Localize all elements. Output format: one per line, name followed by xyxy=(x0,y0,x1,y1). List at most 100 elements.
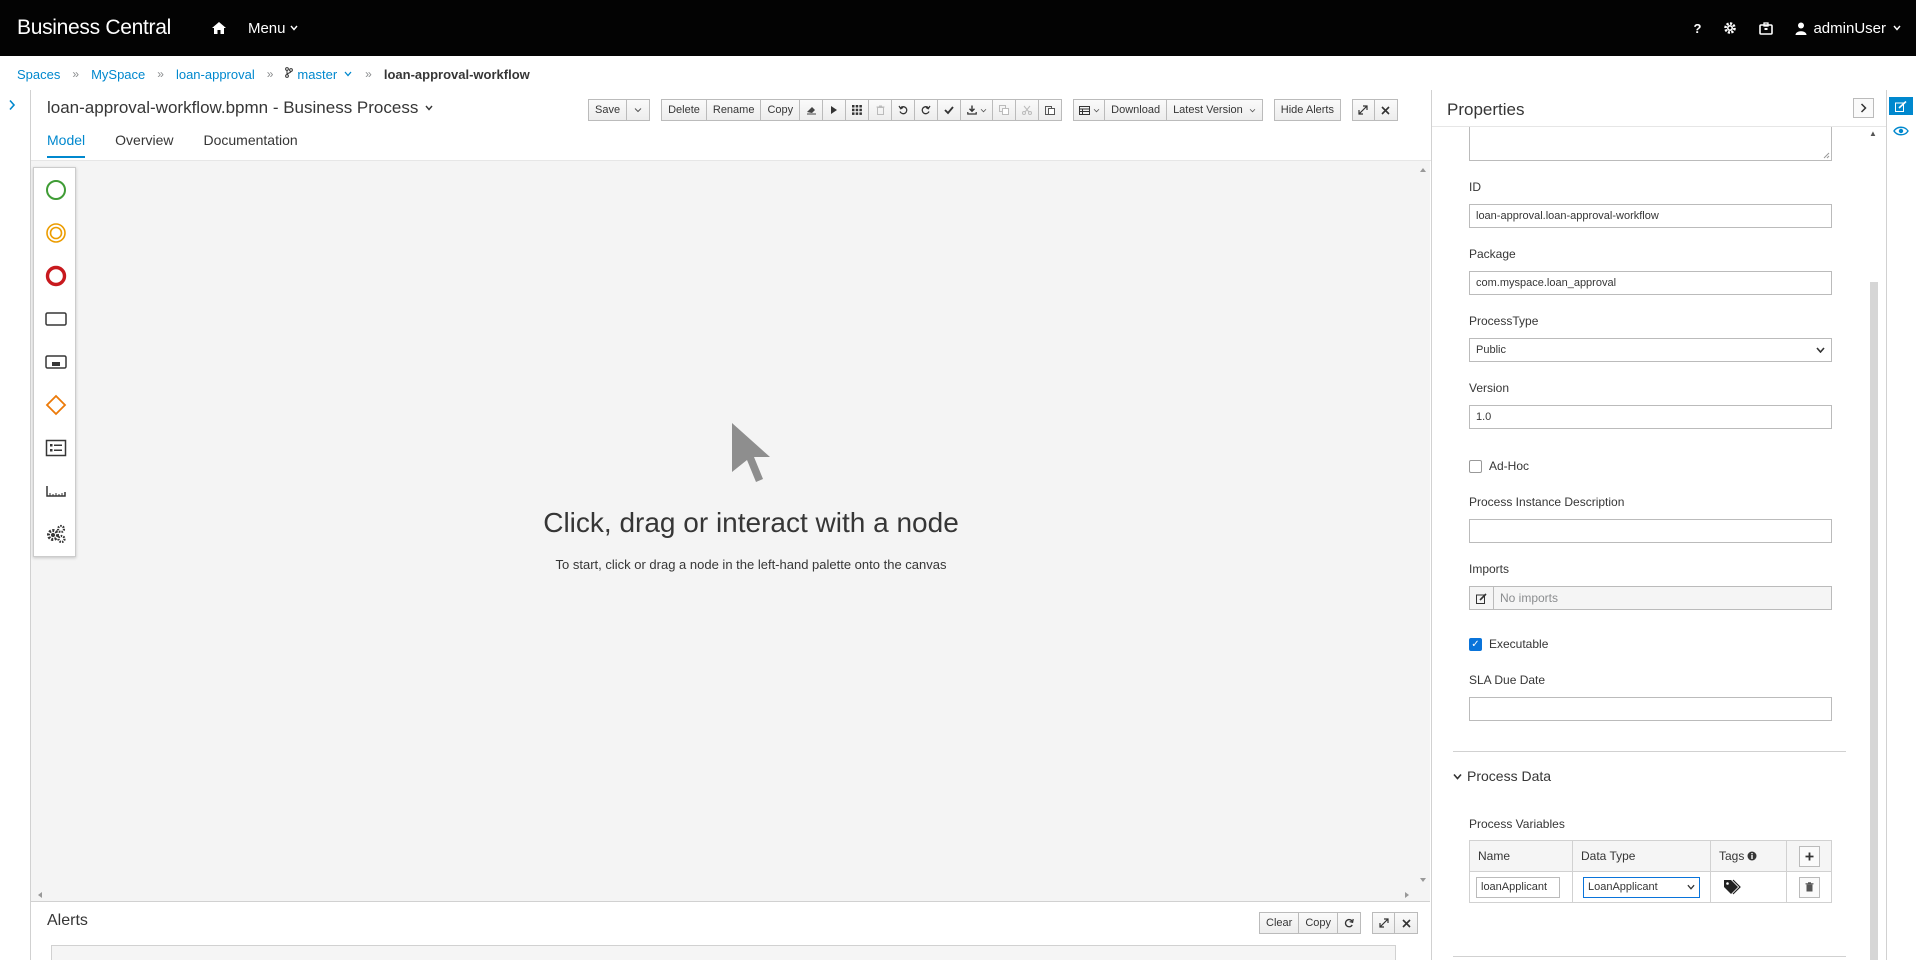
download-options-button[interactable] xyxy=(961,99,994,121)
clear-alerts-button[interactable]: Clear xyxy=(1259,912,1300,934)
close-icon[interactable] xyxy=(1374,99,1398,121)
breadcrumb-project[interactable]: loan-approval xyxy=(176,67,255,82)
variable-name-input[interactable]: loanApplicant xyxy=(1476,876,1560,898)
briefcase-icon[interactable] xyxy=(1759,21,1774,35)
undo-icon[interactable] xyxy=(892,99,916,121)
column-name: Name xyxy=(1470,841,1573,871)
gateway-icon[interactable] xyxy=(34,383,77,426)
trash-icon[interactable] xyxy=(869,99,893,121)
copy-button[interactable]: Copy xyxy=(761,99,801,121)
cut-icon[interactable] xyxy=(1016,99,1040,121)
executable-label: Executable xyxy=(1489,637,1549,651)
download-button[interactable]: Download xyxy=(1105,99,1168,121)
refresh-icon[interactable] xyxy=(1338,912,1361,934)
editor-title[interactable]: loan-approval-workflow.bpmn - Business P… xyxy=(47,98,434,118)
imports-label: Imports xyxy=(1469,562,1510,576)
maximize-icon[interactable] xyxy=(1372,912,1395,934)
tab-model[interactable]: Model xyxy=(47,132,86,158)
process-data-title: Process Data xyxy=(1467,768,1552,784)
task-icon[interactable] xyxy=(34,297,77,340)
validate-icon[interactable] xyxy=(938,99,962,121)
paste-icon[interactable] xyxy=(1039,99,1063,121)
left-panel-rail xyxy=(0,90,31,960)
canvas-horizontal-scrollbar[interactable] xyxy=(31,889,1430,901)
menu-dropdown[interactable]: Menu xyxy=(248,20,300,37)
lane-icon[interactable] xyxy=(34,469,77,512)
help-icon[interactable]: ? xyxy=(1694,21,1702,36)
end-event-icon[interactable] xyxy=(34,254,77,297)
chevron-down-icon xyxy=(344,71,352,77)
custom-tasks-icon[interactable] xyxy=(34,512,77,555)
trash-icon xyxy=(1805,882,1813,892)
right-panel-rail xyxy=(1886,90,1916,960)
id-field[interactable]: loan-approval.loan-approval-workflow xyxy=(1469,204,1832,228)
process-data-section[interactable]: Process Data xyxy=(1453,768,1551,784)
instance-description-field[interactable] xyxy=(1469,519,1832,543)
editor-tabs: Model Overview Documentation xyxy=(47,132,298,158)
canvas-vertical-scrollbar[interactable] xyxy=(1416,161,1430,889)
section-divider xyxy=(1453,751,1846,752)
branch-icon xyxy=(285,67,294,81)
alerts-title: Alerts xyxy=(47,912,88,929)
properties-scrollbar[interactable]: ▲ xyxy=(1868,127,1878,960)
add-variable-button[interactable] xyxy=(1798,845,1820,867)
collapse-panel-icon[interactable] xyxy=(1853,98,1874,118)
rename-button[interactable]: Rename xyxy=(706,99,762,121)
brand-title[interactable]: Business Central xyxy=(17,16,171,40)
breadcrumb-myspace[interactable]: MySpace xyxy=(91,67,145,82)
version-field[interactable]: 1.0 xyxy=(1469,405,1832,429)
alerts-panel: Alerts Clear Copy xyxy=(31,901,1430,960)
copy-alerts-button[interactable]: Copy xyxy=(1299,912,1338,934)
scrollbar-thumb[interactable] xyxy=(1870,282,1878,960)
delete-button[interactable]: Delete xyxy=(661,99,707,121)
expand-left-panel-icon[interactable] xyxy=(8,98,16,114)
maximize-icon[interactable] xyxy=(1351,99,1375,121)
hide-alerts-button[interactable]: Hide Alerts xyxy=(1273,99,1341,121)
play-icon[interactable] xyxy=(823,99,847,121)
start-event-icon[interactable] xyxy=(34,168,77,211)
process-type-select[interactable]: Public xyxy=(1469,338,1832,362)
breadcrumb-spaces[interactable]: Spaces xyxy=(17,67,60,82)
alerts-table-header xyxy=(51,945,1396,960)
scroll-up-icon[interactable]: ▲ xyxy=(1869,129,1877,138)
alerts-toolbar: Clear Copy xyxy=(1259,912,1418,934)
edit-properties-icon[interactable] xyxy=(1889,97,1913,115)
breadcrumb-separator: » xyxy=(266,67,274,81)
tab-overview[interactable]: Overview xyxy=(115,132,173,158)
eye-icon[interactable] xyxy=(1893,124,1909,139)
home-icon[interactable] xyxy=(211,20,227,36)
intermediate-event-icon[interactable] xyxy=(34,211,77,254)
tab-documentation[interactable]: Documentation xyxy=(204,132,298,158)
help-label: ? xyxy=(1693,20,1702,36)
chevron-down-icon xyxy=(1249,108,1256,112)
view-options-button[interactable] xyxy=(1073,99,1106,121)
latest-version-dropdown[interactable]: Latest Version xyxy=(1167,99,1263,121)
chevron-down-icon xyxy=(1687,884,1695,890)
save-button[interactable]: Save xyxy=(588,99,628,121)
save-options-button[interactable] xyxy=(627,99,651,121)
package-field[interactable]: com.myspace.loan_approval xyxy=(1469,271,1832,295)
subprocess-icon[interactable] xyxy=(34,340,77,383)
executable-checkbox[interactable]: ✓ xyxy=(1469,638,1482,651)
grid-icon[interactable] xyxy=(846,99,870,121)
process-canvas[interactable]: Click, drag or interact with a node To s… xyxy=(31,161,1430,901)
delete-variable-button[interactable] xyxy=(1798,876,1820,898)
gear-icon[interactable] xyxy=(1723,21,1737,35)
chevron-down-icon xyxy=(1816,347,1825,353)
sla-due-date-field[interactable] xyxy=(1469,697,1832,721)
adhoc-checkbox[interactable] xyxy=(1469,460,1482,473)
user-menu[interactable]: adminUser xyxy=(1795,20,1902,37)
copy-node-icon[interactable] xyxy=(993,99,1017,121)
version-label: Version xyxy=(1469,381,1510,395)
eraser-icon[interactable] xyxy=(800,99,824,121)
branch-selector[interactable]: master xyxy=(285,67,353,82)
variable-tags-cell xyxy=(1711,872,1787,902)
close-icon[interactable] xyxy=(1395,912,1418,934)
tags-icon[interactable] xyxy=(1723,879,1741,895)
edit-imports-icon[interactable] xyxy=(1469,586,1494,610)
data-object-icon[interactable] xyxy=(34,426,77,469)
menu-label: Menu xyxy=(247,19,286,37)
variable-type-select[interactable]: LoanApplicant xyxy=(1583,876,1700,898)
description-textarea[interactable] xyxy=(1469,127,1832,161)
redo-icon[interactable] xyxy=(915,99,939,121)
